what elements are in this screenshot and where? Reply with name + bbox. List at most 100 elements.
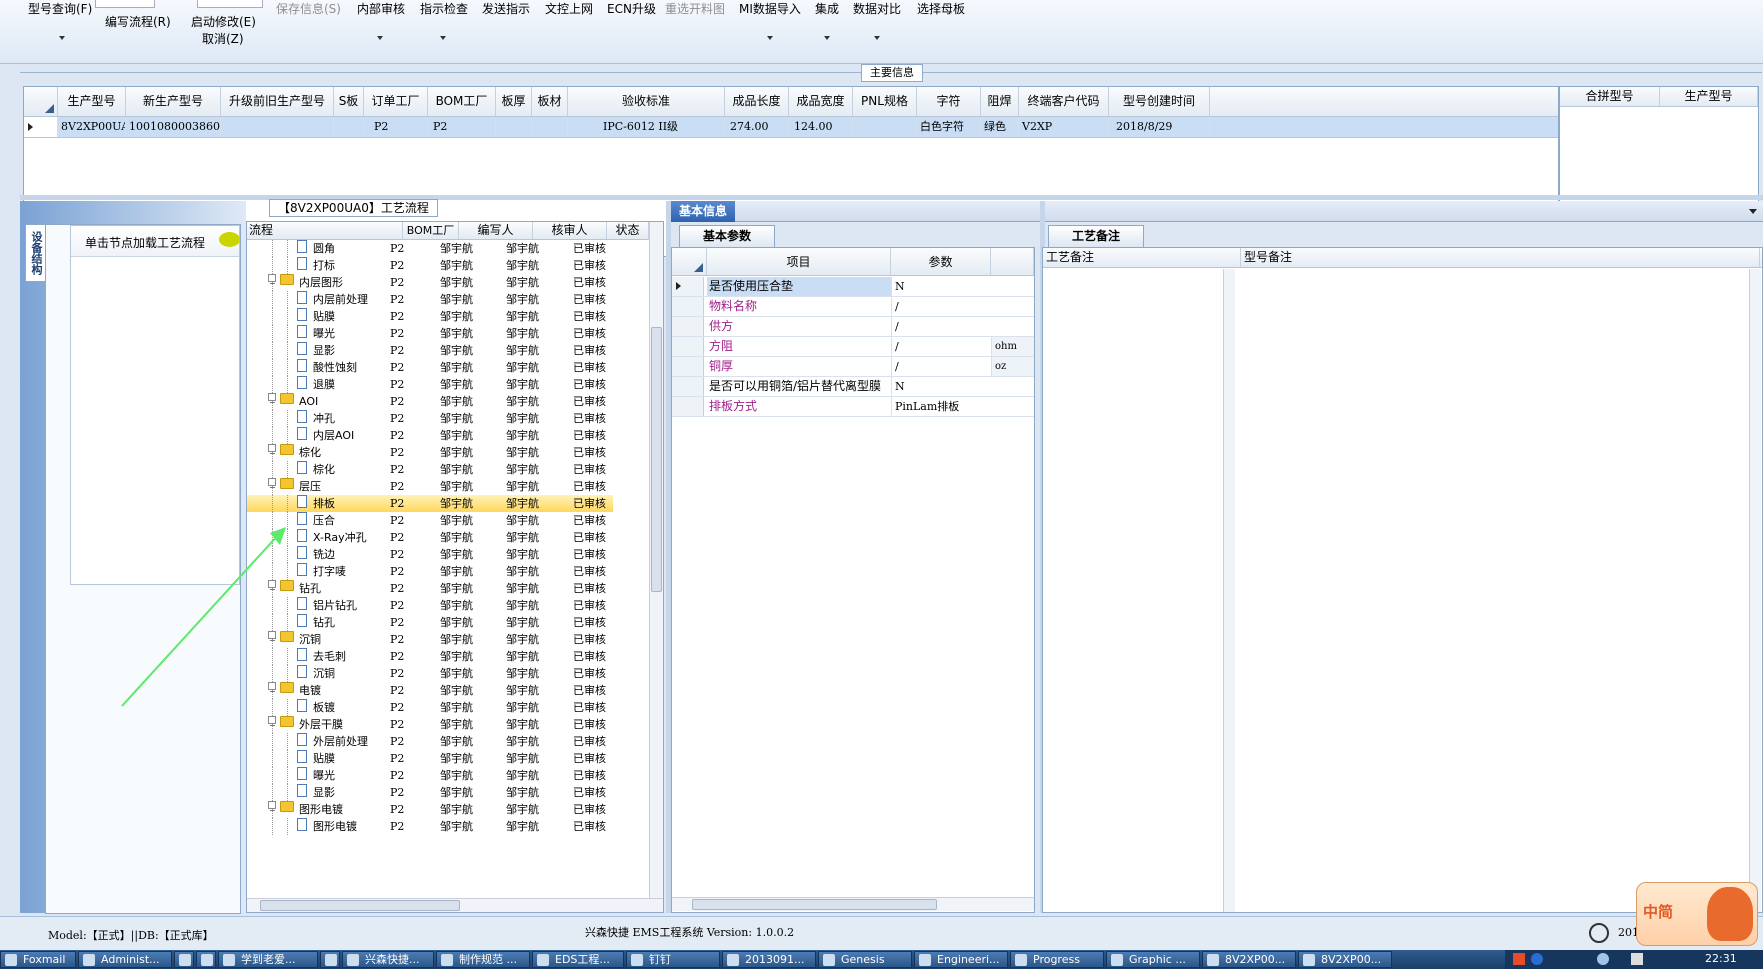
basic-info-title[interactable]: 基本信息: [671, 201, 736, 222]
mi-data-import-button[interactable]: MI数据导入: [739, 0, 801, 17]
cell[interactable]: P2: [364, 117, 428, 137]
tree-node[interactable]: 酸性蚀刻 P2 邹宇航 邹宇航 已审核: [247, 359, 613, 376]
tree-node[interactable]: 圆角 P2 邹宇航 邹宇航 已审核: [247, 240, 613, 257]
send-instruction-button[interactable]: 发送指示: [482, 0, 530, 17]
tree-node[interactable]: 去毛刺 P2 邹宇航 邹宇航 已审核: [247, 648, 613, 665]
scroll-thumb[interactable]: [651, 327, 662, 592]
tree-node[interactable]: 图形电镀 P2 邹宇航 邹宇航 已审核: [247, 818, 613, 835]
col-header[interactable]: 合拼型号: [1560, 87, 1660, 106]
tray-app-icon[interactable]: [1513, 953, 1525, 965]
doc-online-button[interactable]: 文控上网: [545, 0, 593, 17]
internal-review-button[interactable]: 内部审核: [357, 0, 405, 17]
save-info-button[interactable]: 保存信息(S): [276, 0, 341, 17]
write-flow-button[interactable]: 编写流程(R): [105, 13, 171, 30]
tree-node[interactable]: − 钻孔 P2 邹宇航 邹宇航 已审核: [247, 580, 613, 597]
cell[interactable]: [532, 117, 568, 137]
col-header[interactable]: S板: [334, 87, 364, 116]
col-header[interactable]: 编写人: [459, 222, 533, 239]
param-value[interactable]: N: [891, 277, 991, 296]
param-row[interactable]: 排板方式 PinLam排板: [672, 397, 1034, 417]
collapse-toggle-icon[interactable]: −: [268, 801, 276, 815]
col-header[interactable]: 阻焊: [981, 87, 1019, 116]
cell[interactable]: [496, 117, 532, 137]
param-row[interactable]: 铜厚 / oz: [672, 357, 1034, 377]
param-value[interactable]: /: [891, 317, 991, 336]
tree-node[interactable]: 显影 P2 邹宇航 邹宇航 已审核: [247, 342, 613, 359]
col-header[interactable]: BOM工厂: [428, 87, 496, 116]
col-header[interactable]: 验收标准: [568, 87, 725, 116]
cell[interactable]: P2: [428, 117, 496, 137]
remarks-scrollbar[interactable]: [1223, 269, 1235, 912]
tree-node[interactable]: 打标 P2 邹宇航 邹宇航 已审核: [247, 257, 613, 274]
scroll-thumb[interactable]: [692, 899, 937, 910]
tree-node[interactable]: 退膜 P2 邹宇航 邹宇航 已审核: [247, 376, 613, 393]
tree-node[interactable]: 棕化 P2 邹宇航 邹宇航 已审核: [247, 461, 613, 478]
reselect-cutting-chart-button[interactable]: 重选开料图: [665, 0, 725, 17]
chevron-down-icon[interactable]: [767, 36, 773, 40]
chevron-down-icon[interactable]: [59, 36, 65, 40]
integration-button[interactable]: 集成: [815, 0, 839, 17]
tree-node[interactable]: − 沉铜 P2 邹宇航 邹宇航 已审核: [247, 631, 613, 648]
param-value[interactable]: N: [891, 377, 991, 396]
taskbar-button[interactable]: EDS工程...: [532, 951, 624, 968]
taskbar-clock[interactable]: 22:31: [1705, 952, 1737, 965]
tree-node[interactable]: 钻孔 P2 邹宇航 邹宇航 已审核: [247, 614, 613, 631]
ecn-upgrade-button[interactable]: ECN升级: [607, 0, 656, 17]
param-row[interactable]: 物料名称 /: [672, 297, 1034, 317]
tree-node[interactable]: 贴膜 P2 邹宇航 邹宇航 已审核: [247, 308, 613, 325]
tree-node[interactable]: 板镀 P2 邹宇航 邹宇航 已审核: [247, 699, 613, 716]
taskbar-button[interactable]: 8V2XP00...: [1298, 951, 1392, 968]
cell[interactable]: [334, 117, 364, 137]
col-header[interactable]: 终端客户代码: [1019, 87, 1109, 116]
load-hint-bar[interactable]: 单击节点加载工艺流程: [71, 226, 240, 257]
tree-node[interactable]: 曝光 P2 邹宇航 邹宇航 已审核: [247, 325, 613, 342]
tab-device-structure[interactable]: 设备结构: [25, 224, 45, 282]
col-header[interactable]: 参数: [891, 248, 991, 275]
tree-vertical-scrollbar[interactable]: [649, 222, 663, 898]
col-header[interactable]: 板材: [532, 87, 568, 116]
select-mother-board-button[interactable]: 选择母板: [917, 0, 965, 17]
collapse-toggle-icon[interactable]: −: [268, 478, 276, 492]
tree-horizontal-scrollbar[interactable]: [247, 898, 663, 912]
cell[interactable]: IPC-6012 II级: [568, 117, 725, 137]
tree-node[interactable]: 内层AOI P2 邹宇航 邹宇航 已审核: [247, 427, 613, 444]
col-header[interactable]: 型号创建时间: [1109, 87, 1210, 116]
collapse-toggle-icon[interactable]: −: [268, 274, 276, 288]
tree-node[interactable]: − 电镀 P2 邹宇航 邹宇航 已审核: [247, 682, 613, 699]
taskbar-button[interactable]: Foxmail: [0, 951, 76, 968]
tree-node[interactable]: − AOI P2 邹宇航 邹宇航 已审核: [247, 393, 613, 410]
params-horizontal-scrollbar[interactable]: [672, 897, 1034, 911]
cancel-button[interactable]: 取消(Z): [202, 30, 244, 47]
tree-node[interactable]: 打字唛 P2 邹宇航 邹宇航 已审核: [247, 563, 613, 580]
taskbar-button[interactable]: Engineeri...: [914, 951, 1008, 968]
col-header[interactable]: [991, 248, 1034, 275]
taskbar-button[interactable]: [320, 951, 340, 968]
col-header[interactable]: 升级前旧生产型号: [221, 87, 334, 116]
cell[interactable]: 2018/8/29: [1109, 117, 1210, 137]
param-row[interactable]: 是否使用压合垫 N: [672, 277, 1034, 297]
cell[interactable]: 124.00: [789, 117, 853, 137]
taskbar-button[interactable]: [174, 951, 194, 968]
collapse-toggle-icon[interactable]: −: [268, 444, 276, 458]
col-header[interactable]: PNL规格: [853, 87, 917, 116]
chevron-down-icon[interactable]: [440, 36, 446, 40]
model-query-button[interactable]: 型号查询(F): [28, 0, 92, 17]
col-header[interactable]: 工艺备注: [1043, 248, 1241, 267]
start-modify-button[interactable]: 启动修改(E): [191, 13, 256, 30]
help-icon[interactable]: [1531, 953, 1543, 965]
taskbar-button[interactable]: Graphic ...: [1106, 951, 1200, 968]
cell[interactable]: 8V2XP00UA0: [58, 117, 126, 137]
param-value[interactable]: /: [891, 337, 991, 356]
chevron-down-icon[interactable]: [874, 36, 880, 40]
remarks-scrollbar[interactable]: [1749, 269, 1761, 912]
col-header[interactable]: 流程: [247, 222, 403, 239]
data-compare-button[interactable]: 数据对比: [853, 0, 901, 17]
process-flow-tree[interactable]: 流程 BOM工厂 编写人 核审人 状态 圆角 P2 邹宇航 邹宇航 已审核 打标 P2 邹宇航…: [246, 221, 664, 913]
cell[interactable]: 绿色: [981, 117, 1019, 137]
param-value[interactable]: /: [891, 357, 991, 376]
cell[interactable]: 白色字符: [917, 117, 981, 137]
taskbar-button[interactable]: 制作规范 ...: [436, 951, 530, 968]
taskbar-button[interactable]: 8V2XP00...: [1202, 951, 1296, 968]
tree-node[interactable]: 显影 P2 邹宇航 邹宇航 已审核: [247, 784, 613, 801]
chevron-down-icon[interactable]: [824, 36, 830, 40]
